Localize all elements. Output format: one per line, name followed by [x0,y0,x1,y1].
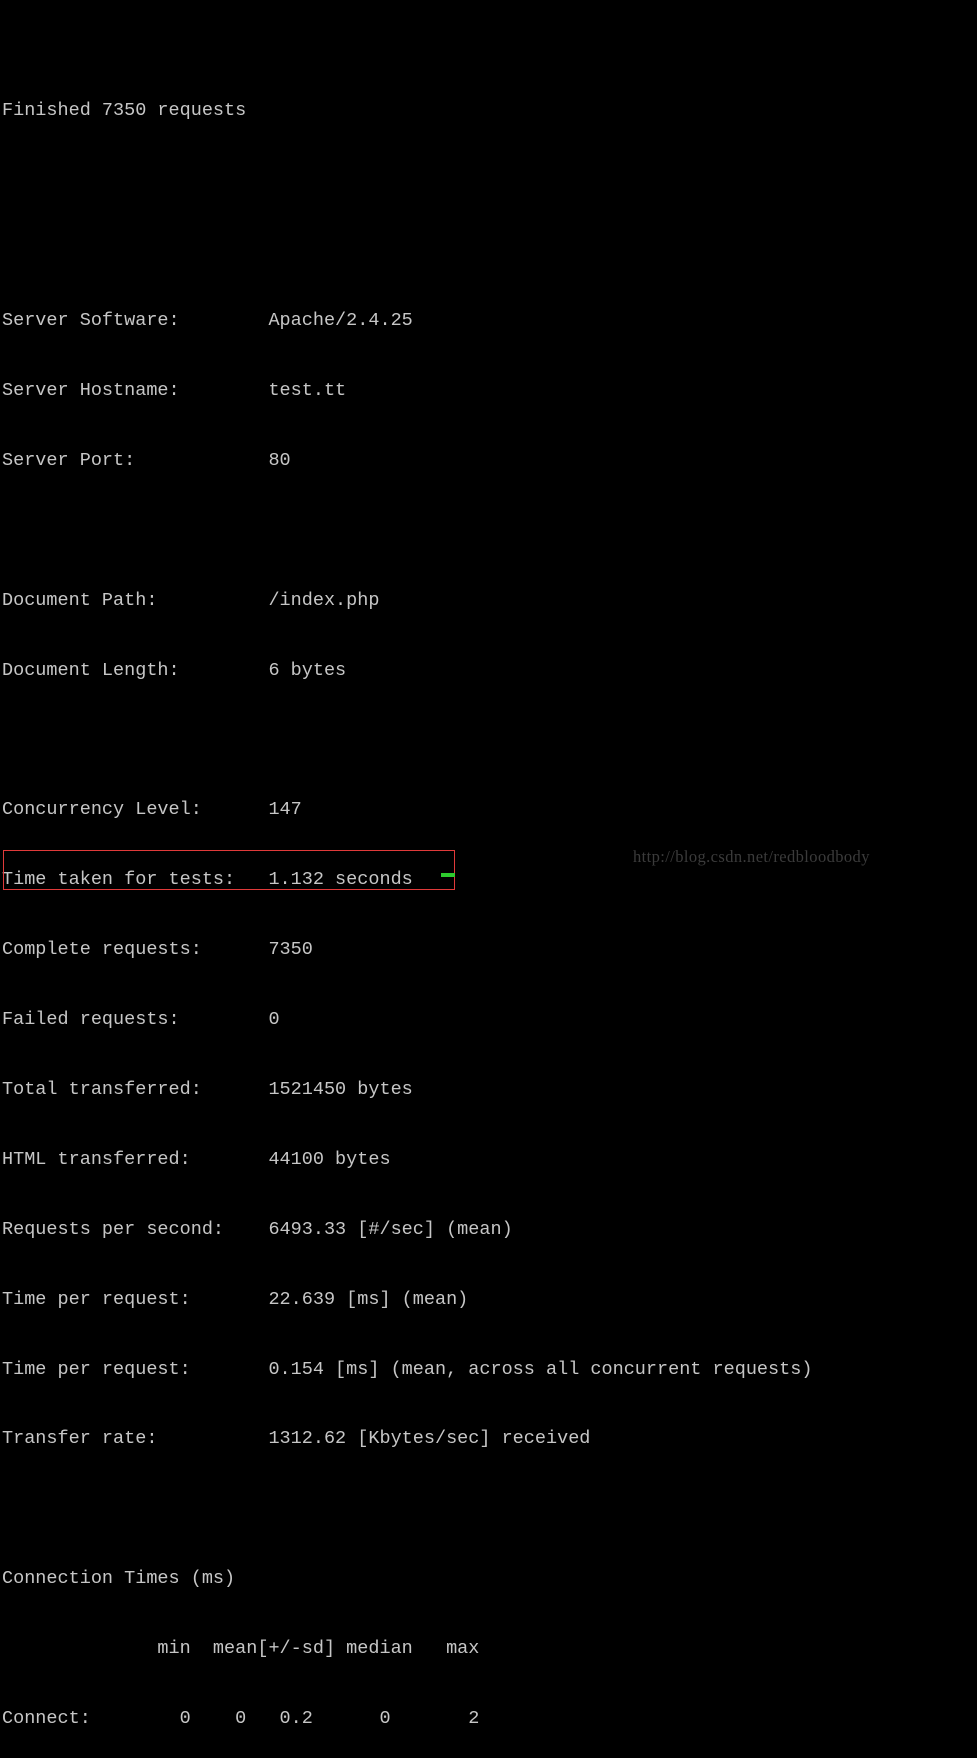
terminal-line-time-taken: Time taken for tests: 1.132 seconds [2,869,413,891]
terminal-line-clipped [2,30,812,53]
terminal-line-concurrency-level: Concurrency Level: 147 [2,799,302,821]
terminal-line-time-per-request-all: Time per request: 0.154 [ms] (mean, acro… [2,1358,813,1380]
terminal-line-document-length: Document Length: 6 bytes [2,659,347,681]
terminal-line-time-per-request: Time per request: 22.639 [ms] (mean) [2,1288,469,1310]
terminal-line-document-path: Document Path: /index.php [2,589,380,611]
terminal-line-complete-requests: Complete requests: 7350 [2,939,313,961]
terminal-line-failed-requests: Failed requests: 0 [2,1009,280,1031]
terminal-line-server-hostname: Server Hostname: test.tt [2,380,347,402]
terminal-line-finished: Finished 7350 requests [2,100,247,122]
terminal-line-server-port: Server Port: 80 [2,449,291,471]
terminal-cursor [441,873,455,877]
terminal-line-total-transferred: Total transferred: 1521450 bytes [2,1078,413,1100]
terminal-window[interactable]: Finished 7350 requests Server Software: … [0,0,977,1729]
terminal-line-connection-times-title: Connection Times (ms) [2,1568,236,1590]
terminal-line-server-software: Server Software: Apache/2.4.25 [2,310,413,332]
terminal-output: Finished 7350 requests Server Software: … [2,0,812,1758]
terminal-line-connect: Connect: 0 0 0.2 0 2 [2,1707,480,1729]
terminal-line-html-transferred: HTML transferred: 44100 bytes [2,1148,391,1170]
blog-watermark: http://blog.csdn.net/redbloodbody [633,847,870,866]
terminal-line-requests-per-second: Requests per second: 6493.33 [#/sec] (me… [2,1218,513,1240]
terminal-line-transfer-rate: Transfer rate: 1312.62 [Kbytes/sec] rece… [2,1428,591,1450]
terminal-line-connection-times-header: min mean[+/-sd] median max [2,1638,480,1660]
